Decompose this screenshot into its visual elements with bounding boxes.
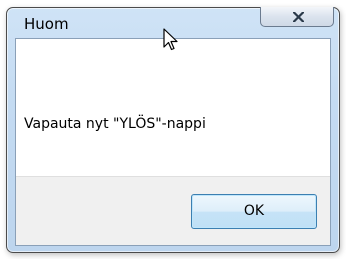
dialog-footer: OK <box>16 176 330 245</box>
mouse-cursor-icon <box>163 28 178 51</box>
close-icon <box>293 12 304 22</box>
ok-button[interactable]: OK <box>191 194 317 229</box>
dialog-title: Huom <box>24 15 69 33</box>
dialog-message: Vapauta nyt "YLÖS"-nappi <box>24 116 206 132</box>
close-button[interactable] <box>260 7 334 27</box>
dialog-body: Vapauta nyt "YLÖS"-nappi OK <box>15 38 331 246</box>
